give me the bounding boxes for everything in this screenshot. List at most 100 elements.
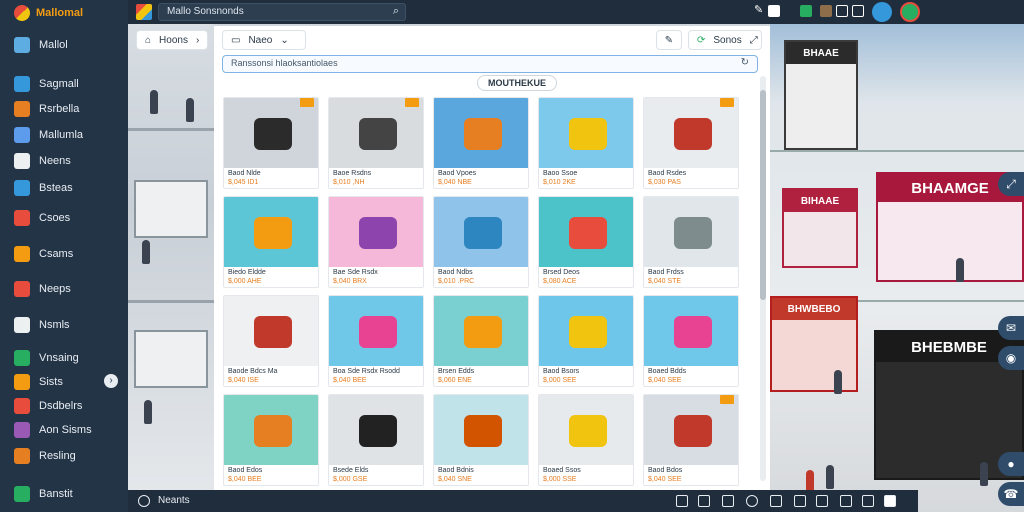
sidebar-brand[interactable]: Mallomal [14,5,83,21]
product-image[interactable] [434,197,528,267]
green-status-icon[interactable] [800,5,812,17]
product-illustration [464,316,502,348]
product-card[interactable]: Baod Edos $,040 BEE [223,394,319,486]
app-logo-icon[interactable] [136,4,152,20]
product-image[interactable] [539,98,633,168]
sidebar-item[interactable]: Resling [14,448,76,464]
chat-icon[interactable] [794,495,806,507]
product-card[interactable]: Baod Rsdes $,030 PAS [643,97,739,189]
product-image[interactable] [329,197,423,267]
product-card[interactable]: Baod Bsors $,000 SEE [538,295,634,387]
global-search-input[interactable]: Mallo Sonsnonds ⌕ [158,3,406,21]
calendar-icon[interactable] [840,495,852,507]
sidebar-item[interactable]: Banstit [14,486,73,502]
profile-avatar[interactable] [900,2,920,22]
user-side-button[interactable]: ● [998,452,1024,476]
qr-icon[interactable] [884,495,896,507]
product-card[interactable]: Baoo Ssoe $,010 2KE [538,97,634,189]
folder-icon[interactable] [820,5,832,17]
product-image[interactable] [434,395,528,465]
user-avatar[interactable] [872,2,892,22]
toy-blocks-icon [14,101,30,117]
product-card[interactable]: Boaed Bdds $,040 SEE [643,295,739,387]
sidebar-item[interactable]: Sagmall [14,76,79,92]
product-image[interactable] [434,296,528,366]
product-card[interactable]: Brsen Edds $,060 ENE [433,295,529,387]
pin-icon[interactable]: ✎ [754,3,766,16]
product-card[interactable]: Boaed Ssos $,000 SSE [538,394,634,486]
product-image[interactable] [329,395,423,465]
screenshot-icon[interactable] [676,495,688,507]
phone-side-button[interactable]: ☎ [998,482,1024,506]
product-image[interactable] [224,98,318,168]
product-image[interactable] [329,296,423,366]
collapse-toggle-button[interactable]: › [104,374,118,388]
product-image[interactable] [434,98,528,168]
product-card[interactable]: Baod Nlde $,045 ID1 [223,97,319,189]
product-card[interactable]: Baod Bdos $,040 SEE [643,394,739,486]
clock-icon[interactable] [862,495,874,507]
sidebar-item[interactable]: Neens [14,153,71,169]
monitor-icon[interactable] [836,5,848,17]
product-card[interactable]: Brsed Deos $,080 ACE [538,196,634,288]
product-price: $,010 2KE [543,179,576,186]
product-card[interactable]: Biedo Eldde $,000 AHE [223,196,319,288]
product-image[interactable] [224,395,318,465]
product-card[interactable]: Baode Bdcs Ma $,040 ISE [223,295,319,387]
bag-icon[interactable] [722,495,734,507]
product-image[interactable] [539,296,633,366]
window-icon[interactable] [768,5,780,17]
sidebar-item[interactable]: Bsteas [14,180,73,196]
scrollbar[interactable] [760,76,766,481]
filter-chip-homes[interactable]: ⌂ Hoons › [136,30,208,50]
camera-side-button[interactable]: ◉ [998,346,1024,370]
product-card[interactable]: Baod Frdss $,040 STE [643,196,739,288]
product-image[interactable] [644,197,738,267]
url-input[interactable]: Ranssonsi hlaoksantiolaes ↻ [222,55,758,73]
sidebar-item[interactable]: Csams [14,246,73,262]
expand-side-button[interactable]: ⤢ [998,172,1024,196]
product-illustration [359,118,397,150]
scrollbar-thumb[interactable] [760,90,766,300]
product-image[interactable] [329,98,423,168]
product-card[interactable]: Baod Bdnis $,040 SNE [433,394,529,486]
product-card[interactable]: Boa Sde Rsdx Rsodd $,040 BEE [328,295,424,387]
product-card[interactable]: Baod Vpoes $,040 NBE [433,97,529,189]
sidebar-item[interactable]: Neeps [14,281,71,297]
sidebar-item[interactable]: Sists [14,374,63,390]
sidebar-item[interactable]: Aon Sisms [14,422,92,438]
sidebar-item[interactable]: Mallol [14,37,68,53]
person-icon[interactable] [816,495,828,507]
filter-chip-dropdown[interactable]: ▭ Naeo ⌄ [222,30,306,50]
sidebar-item[interactable]: Csoes [14,210,70,226]
product-image[interactable] [644,98,738,168]
cart-icon[interactable] [698,495,710,507]
product-card[interactable]: Bsede Elds $,000 GSE [328,394,424,486]
filter-chip-sonos[interactable]: ⟳ Sonos ⤢ [688,30,762,50]
sidebar-item[interactable]: Dsdbelrs [14,398,82,414]
eye-icon[interactable] [770,495,782,507]
product-image[interactable] [224,296,318,366]
edit-button[interactable]: ✎ [656,30,682,50]
sidebar-item-label: Csoes [39,212,71,224]
search-icon[interactable]: ⌕ [393,5,399,18]
product-card[interactable]: Baod Ndbs $,010 .PRC [433,196,529,288]
product-card[interactable]: Baoe Rsdns $,010 ,NH [328,97,424,189]
settings-icon[interactable] [852,5,864,17]
product-card[interactable]: Bae Sde Rsdx $,040 BRX [328,196,424,288]
product-image[interactable] [644,296,738,366]
product-image[interactable] [644,395,738,465]
product-image[interactable] [539,197,633,267]
sidebar-item[interactable]: Nsmls [14,317,70,333]
sidebar-item[interactable]: Rsrbella [14,101,79,117]
help-icon[interactable] [138,495,150,507]
chat-side-button[interactable]: ✉ [998,316,1024,340]
product-image[interactable] [539,395,633,465]
link-icon[interactable] [746,495,758,507]
product-image[interactable] [224,197,318,267]
sidebar-item[interactable]: Mallumla [14,127,83,143]
reload-icon[interactable]: ↻ [741,57,749,68]
sidebar-item[interactable]: Vnsaing [14,350,79,366]
product-price: $,040 BEE [228,476,262,483]
product-illustration [359,217,397,249]
